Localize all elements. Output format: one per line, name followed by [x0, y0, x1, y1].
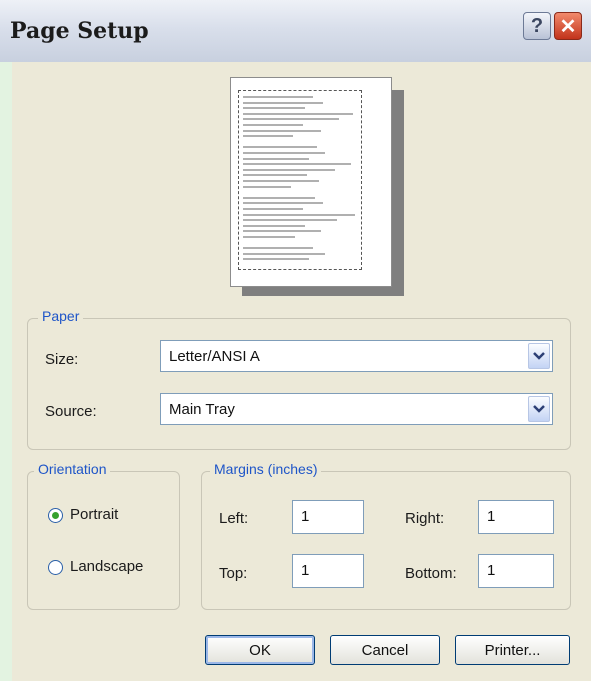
- preview-text-line: [243, 107, 305, 110]
- preview-text-line: [243, 224, 305, 227]
- source-select-value: Main Tray: [169, 401, 235, 418]
- right-margin-label: Right:: [405, 510, 445, 527]
- preview-text-line: [243, 101, 323, 104]
- bottom-margin-input[interactable]: 1: [478, 554, 554, 588]
- chevron-down-icon[interactable]: [528, 396, 550, 422]
- title-bar[interactable]: Page Setup ? ✕: [0, 0, 591, 63]
- preview-text-line: [243, 112, 353, 115]
- size-label: Size:: [45, 351, 79, 368]
- preview-text-line: [243, 96, 313, 98]
- paper-group-label: Paper: [38, 308, 84, 324]
- close-icon: ✕: [559, 15, 577, 38]
- landscape-radio[interactable]: [48, 560, 63, 575]
- margins-group-label: Margins (inches): [210, 461, 322, 477]
- margins-group: Margins (inches): [201, 461, 571, 610]
- preview-text-line: [243, 129, 321, 132]
- preview-text-line: [243, 152, 325, 154]
- preview-text-line: [243, 163, 351, 166]
- preview-text-line: [243, 124, 303, 126]
- size-select[interactable]: Letter/ANSI A: [160, 340, 553, 372]
- preview-text-line: [243, 118, 339, 121]
- preview-text-line: [243, 236, 295, 238]
- help-button[interactable]: ?: [523, 12, 551, 40]
- close-button[interactable]: ✕: [554, 12, 582, 40]
- preview-text-line: [243, 185, 291, 188]
- preview-text-line: [243, 168, 335, 171]
- preview-text-line: [243, 157, 309, 160]
- preview-text-line: [243, 146, 317, 149]
- chevron-down-icon[interactable]: [528, 343, 550, 369]
- paper-group: Paper: [27, 308, 571, 450]
- preview-text-line: [243, 202, 323, 205]
- help-icon: ?: [530, 14, 544, 37]
- ok-button[interactable]: OK: [205, 635, 315, 665]
- landscape-label[interactable]: Landscape: [70, 558, 143, 575]
- preview-text-line: [243, 219, 337, 222]
- preview-text-line: [243, 135, 293, 138]
- preview-text-line: [243, 196, 315, 199]
- source-label: Source:: [45, 403, 97, 420]
- left-margin-label: Left:: [219, 510, 249, 527]
- page-setup-dialog: Page Setup ? ✕ Paper Size: Letter/ANSI A…: [0, 0, 591, 681]
- preview-text-line: [243, 208, 303, 210]
- page-preview: [230, 77, 392, 287]
- cancel-button[interactable]: Cancel: [330, 635, 440, 665]
- window-title: Page Setup: [10, 18, 149, 44]
- preview-text-line: [243, 174, 307, 177]
- left-margin-input[interactable]: 1: [292, 500, 364, 534]
- preview-text-line: [243, 247, 313, 250]
- window-edge: [0, 62, 12, 681]
- source-select[interactable]: Main Tray: [160, 393, 553, 425]
- portrait-radio[interactable]: [48, 508, 63, 523]
- top-margin-label: Top:: [219, 565, 248, 582]
- preview-text-line: [243, 252, 325, 255]
- orientation-group: Orientation: [27, 461, 180, 610]
- page-preview-margin-box: [238, 90, 362, 270]
- right-margin-input[interactable]: 1: [478, 500, 554, 534]
- preview-text-line: [243, 213, 355, 216]
- top-margin-input[interactable]: 1: [292, 554, 364, 588]
- orientation-group-label: Orientation: [34, 461, 111, 477]
- preview-text-line: [243, 258, 309, 261]
- preview-text-line: [243, 180, 319, 182]
- portrait-label[interactable]: Portrait: [70, 506, 118, 523]
- printer-button[interactable]: Printer...: [455, 635, 570, 665]
- bottom-margin-label: Bottom:: [405, 565, 457, 582]
- preview-text-line: [243, 230, 321, 233]
- size-select-value: Letter/ANSI A: [169, 348, 260, 365]
